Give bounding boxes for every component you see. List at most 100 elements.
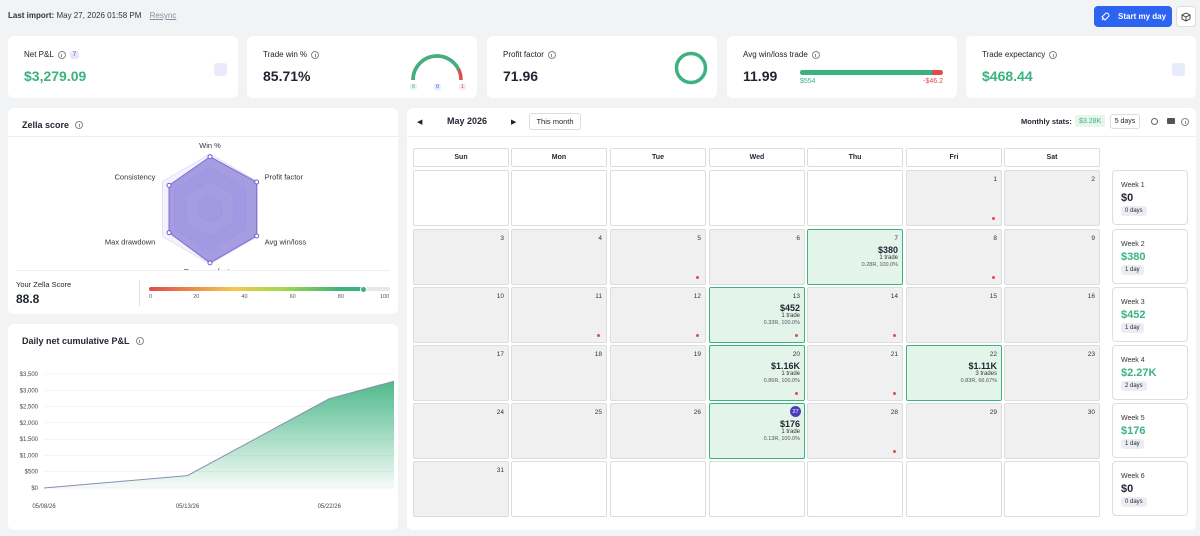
settings-cube-button[interactable]: [1176, 6, 1196, 27]
calendar-day-cell[interactable]: 6: [709, 229, 805, 285]
info-icon[interactable]: [547, 50, 556, 59]
calendar-day-cell[interactable]: 4: [511, 229, 607, 285]
calendar-day-cell[interactable]: 13 $452 1 trade 0.33R, 100.0%: [709, 287, 805, 343]
week-days-badge: 1 day: [1121, 439, 1144, 449]
calendar-day-cell[interactable]: 11: [511, 287, 607, 343]
expectancy-toggle-icon[interactable]: [1172, 63, 1185, 76]
day-number: 31: [496, 467, 504, 474]
next-month-icon[interactable]: ▶: [511, 118, 516, 126]
calendar-day-cell[interactable]: 16: [1004, 287, 1100, 343]
win-bar-fill: [800, 70, 932, 75]
calendar-day-cell[interactable]: 25: [511, 403, 607, 459]
calendar-day-cell[interactable]: 2: [1004, 170, 1100, 226]
radar-axis-label: Win %: [199, 141, 221, 150]
calendar-day-cell[interactable]: 31: [413, 461, 509, 517]
day-pnl-value: $1.16K: [770, 361, 800, 371]
calendar-day-cell[interactable]: 26: [610, 403, 706, 459]
day-number: 29: [989, 409, 997, 416]
day-number: 9: [1091, 235, 1095, 242]
calendar-header: ◀ May 2026 ▶ This month Monthly stats: $…: [407, 108, 1200, 136]
calendar-day-cell[interactable]: 1: [906, 170, 1002, 226]
week-summary-card[interactable]: Week 5 $176 1 day: [1112, 403, 1188, 458]
calendar-day-cell[interactable]: 8: [906, 229, 1002, 285]
trade-win-value: 85.71%: [263, 68, 311, 84]
calendar-day-cell[interactable]: 23: [1004, 345, 1100, 401]
calendar-day-cell[interactable]: [807, 170, 903, 226]
calendar-day-cell[interactable]: [511, 170, 607, 226]
calendar-day-cell[interactable]: [709, 461, 805, 517]
prev-month-icon[interactable]: ◀: [417, 118, 422, 126]
day-header-mon: Mon: [511, 148, 607, 167]
day-trade-count: 1 trade: [879, 255, 898, 261]
week-summary-card[interactable]: Week 2 $380 1 day: [1112, 229, 1188, 284]
note-dot-icon: [696, 276, 699, 279]
calendar-day-cell[interactable]: 24: [413, 403, 509, 459]
calendar-day-cell[interactable]: 30: [1004, 403, 1100, 459]
note-dot-icon: [795, 392, 798, 395]
y-tick-label: $2,000: [20, 421, 39, 427]
avg-win-loss-card: Avg win/loss trade 11.99 $554 -$46.2: [727, 36, 957, 98]
info-icon[interactable]: [811, 50, 820, 59]
calendar-day-cell[interactable]: [610, 461, 706, 517]
calendar-day-cell[interactable]: 15: [906, 287, 1002, 343]
calendar-day-cell[interactable]: 14: [807, 287, 903, 343]
calendar-day-cell[interactable]: 10: [413, 287, 509, 343]
calendar-day-cell[interactable]: [906, 461, 1002, 517]
calendar-day-cell[interactable]: 20 $1.16K 1 trade 0.86R, 100.0%: [709, 345, 805, 401]
week-pnl-value: $0: [1121, 192, 1134, 204]
radar-point: [254, 233, 260, 239]
calendar-day-cell[interactable]: 5: [610, 229, 706, 285]
calendar-day-cell[interactable]: [511, 461, 607, 517]
day-number: 21: [890, 351, 898, 358]
gear-icon[interactable]: [1151, 118, 1158, 125]
day-trade-stats: 0.28R, 100.0%: [861, 262, 898, 268]
calendar-day-cell[interactable]: 18: [511, 345, 607, 401]
info-icon[interactable]: [311, 50, 320, 59]
avg-loss-amount: -$46.2: [923, 78, 943, 85]
calendar-day-cell[interactable]: 7 $380 1 trade 0.28R, 100.0%: [807, 229, 903, 285]
week-summary-card[interactable]: Week 6 $0 0 days: [1112, 461, 1188, 516]
zella-score-value: 88.8: [16, 292, 40, 306]
calendar-day-cell[interactable]: [610, 170, 706, 226]
info-icon[interactable]: [75, 121, 84, 129]
y-tick-label: $2,500: [20, 405, 39, 411]
win-loss-bar: [800, 70, 943, 75]
info-icon[interactable]: [1181, 118, 1189, 126]
net-pnl-card: Net P&L 7 $3,279.09: [8, 36, 238, 98]
week-summary-card[interactable]: Week 4 $2.27K 2 days: [1112, 345, 1188, 400]
calendar-day-cell[interactable]: 3: [413, 229, 509, 285]
day-number: 8: [993, 235, 997, 242]
week-days-badge: 2 days: [1121, 381, 1147, 391]
scale-tick-label: 100: [380, 294, 390, 300]
calendar-day-cell[interactable]: 19: [610, 345, 706, 401]
calendar-day-cell[interactable]: 29: [906, 403, 1002, 459]
calendar-day-cell[interactable]: [413, 170, 509, 226]
calendar-day-cell[interactable]: 9: [1004, 229, 1100, 285]
camera-icon[interactable]: [1167, 118, 1175, 124]
info-icon[interactable]: [1049, 50, 1058, 59]
calendar-day-cell[interactable]: [807, 461, 903, 517]
calendar-day-cell[interactable]: 21: [807, 345, 903, 401]
week-summary-card[interactable]: Week 3 $452 1 day: [1112, 287, 1188, 342]
radar-point: [207, 260, 213, 266]
calendar-day-cell[interactable]: 17: [413, 345, 509, 401]
calendar-day-cell[interactable]: [1004, 461, 1100, 517]
day-trade-count: 1 trade: [781, 313, 800, 319]
pnl-toggle-icon[interactable]: [214, 63, 227, 76]
calendar-day-cell[interactable]: 22 $1.11K 3 trades 0.83R, 66.67%: [906, 345, 1002, 401]
calendar-day-cell[interactable]: 27 $176 1 trade 0.13R, 100.0%: [709, 403, 805, 459]
calendar-day-cell[interactable]: [709, 170, 805, 226]
start-my-day-button[interactable]: Start my day: [1094, 6, 1172, 27]
y-tick-label: $1,000: [20, 453, 39, 459]
week-pnl-value: $176: [1121, 425, 1146, 437]
week-summary-card[interactable]: Week 1 $0 0 days: [1112, 170, 1188, 225]
calendar-day-cell[interactable]: 28: [807, 403, 903, 459]
resync-link[interactable]: Resync: [150, 11, 177, 20]
info-icon[interactable]: [57, 50, 66, 59]
radar-axis-label: Consistency: [115, 173, 156, 182]
day-number: 11: [595, 293, 602, 300]
week-label: Week 6: [1121, 473, 1145, 480]
zella-radar-chart: Win %Profit factorAvg win/lossRecovery f…: [105, 141, 307, 271]
calendar-day-cell[interactable]: 12: [610, 287, 706, 343]
this-month-button[interactable]: This month: [529, 113, 581, 130]
